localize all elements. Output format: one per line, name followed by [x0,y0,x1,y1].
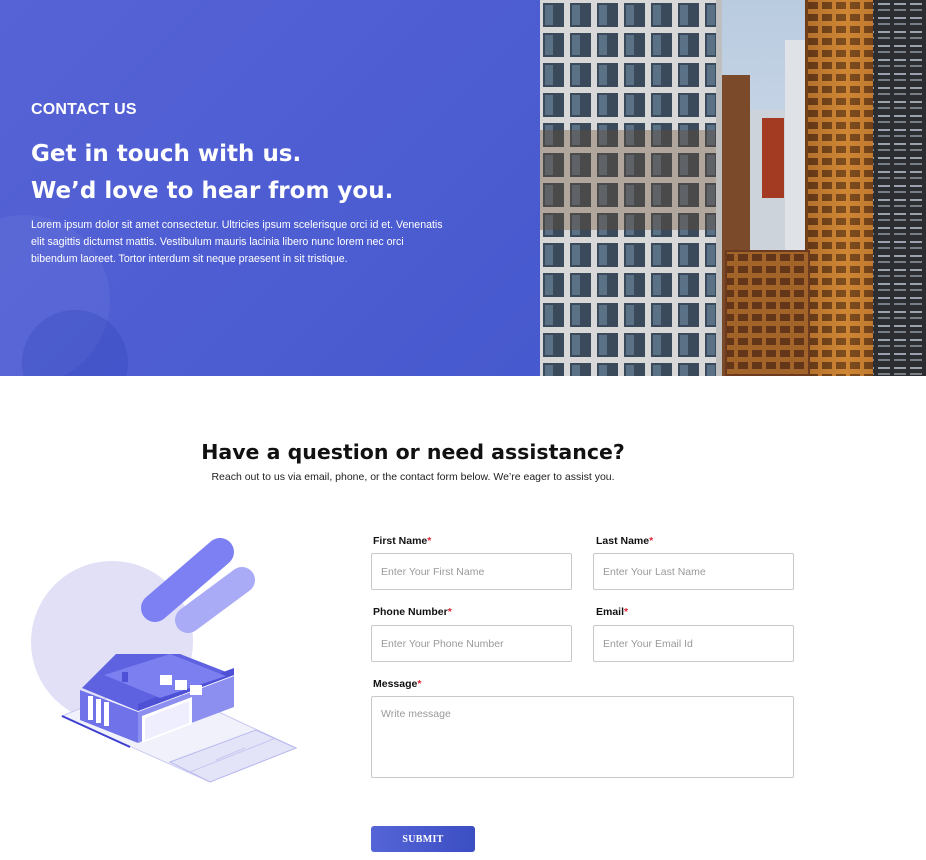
house-illustration-icon [31,538,298,783]
email-label: Email* [596,606,628,618]
section-subtitle: Reach out to us via email, phone, or the… [211,471,615,483]
phone-label: Phone Number* [373,606,452,618]
first-name-input[interactable] [371,553,572,590]
section-title: Have a question or need assistance? [201,440,625,464]
required-asterisk: * [649,535,654,547]
message-label-text: Message [373,678,418,690]
message-textarea[interactable] [371,696,794,778]
phone-input[interactable] [371,625,572,662]
first-name-label: First Name* [373,535,431,547]
required-asterisk: * [624,606,629,618]
isometric-house-illustration [20,530,320,800]
last-name-label: Last Name* [596,535,653,547]
submit-button[interactable]: SUBMIT [371,826,475,852]
required-asterisk: * [427,535,432,547]
hero-banner: CONTACT US Get in touch with us. We’d lo… [0,0,926,376]
required-asterisk: * [447,606,452,618]
first-name-label-text: First Name [373,535,428,547]
hero-eyebrow: CONTACT US [31,101,137,118]
hero-title: Get in touch with us. We’d love to hear … [31,136,393,210]
last-name-label-text: Last Name [596,535,650,547]
hero-title-line2: We’d love to hear from you. [31,178,394,204]
city-buildings-image [540,0,926,376]
last-name-input[interactable] [593,553,794,590]
city-buildings-photo [540,0,926,376]
email-input[interactable] [593,625,794,662]
hero-title-line1: Get in touch with us. [31,141,302,167]
phone-label-text: Phone Number [373,606,448,618]
hero-description: Lorem ipsum dolor sit amet consectetur. … [31,219,443,265]
email-label-text: Email [596,606,625,618]
required-asterisk: * [417,678,422,690]
message-label: Message* [373,678,421,690]
